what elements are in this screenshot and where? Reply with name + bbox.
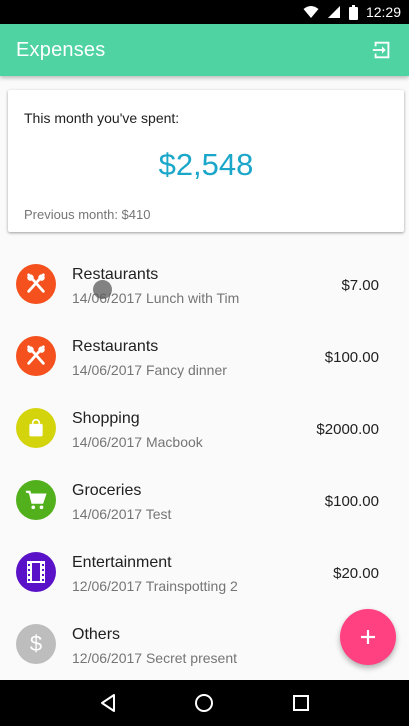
cutlery-icon [16, 264, 56, 304]
expense-list: Restaurants 14/06/2017 Lunch with Tim $7… [0, 248, 409, 680]
list-item[interactable]: Restaurants 14/06/2017 Fancy dinner $100… [0, 320, 409, 392]
previous-month-label: Previous month: $410 [24, 207, 151, 222]
navigation-bar [0, 680, 409, 726]
film-icon [16, 552, 56, 592]
expense-category: Others [72, 626, 121, 643]
battery-icon [348, 4, 358, 20]
list-item[interactable]: Restaurants 14/06/2017 Lunch with Tim $7… [0, 248, 409, 320]
cart-icon [16, 480, 56, 520]
list-item[interactable]: Entertainment 12/06/2017 Trainspotting 2… [0, 536, 409, 608]
back-icon[interactable] [84, 683, 132, 723]
expense-category: Groceries [72, 482, 142, 499]
expense-category: Restaurants [72, 338, 159, 355]
expense-category: Entertainment [72, 554, 172, 571]
summary-amount: $2,548 [158, 147, 254, 182]
list-item[interactable]: Groceries 14/06/2017 Test $100.00 [0, 464, 409, 536]
expense-category: Shopping [72, 410, 140, 427]
shopping-bag-icon [16, 408, 56, 448]
app-bar: Expenses [0, 24, 409, 76]
list-item[interactable]: Shopping 14/06/2017 Macbook $2000.00 [0, 392, 409, 464]
status-bar: 12:29 [0, 0, 409, 24]
expense-amount: $100.00 [324, 493, 379, 510]
expense-subtitle: 12/06/2017 Secret present [72, 650, 238, 666]
home-icon[interactable] [180, 683, 228, 723]
recents-icon[interactable] [277, 683, 325, 723]
expense-subtitle: 14/06/2017 Fancy dinner [72, 362, 227, 378]
page-title: Expenses [16, 38, 106, 61]
expense-subtitle: 14/06/2017 Macbook [72, 434, 203, 450]
logout-icon[interactable] [371, 39, 393, 61]
expense-amount: $2000.00 [316, 421, 379, 438]
dollar-icon: $ [16, 624, 56, 664]
expense-subtitle: 14/06/2017 Test [72, 506, 172, 522]
cutlery-icon [16, 336, 56, 376]
summary-card: This month you've spent: $2,548 Previous… [8, 90, 404, 232]
wifi-icon [303, 5, 319, 19]
add-expense-button[interactable] [340, 609, 396, 665]
plus-icon [360, 629, 376, 645]
expense-subtitle: 12/06/2017 Trainspotting 2 [72, 578, 238, 594]
signal-icon [327, 5, 341, 19]
expense-amount: $20.00 [333, 565, 379, 582]
touch-indicator [93, 280, 112, 299]
expense-amount: $7.00 [341, 277, 379, 294]
expense-category: Restaurants [72, 266, 159, 283]
expense-amount: $100.00 [324, 349, 379, 366]
summary-label: This month you've spent: [24, 110, 180, 126]
status-time: 12:29 [365, 4, 401, 20]
